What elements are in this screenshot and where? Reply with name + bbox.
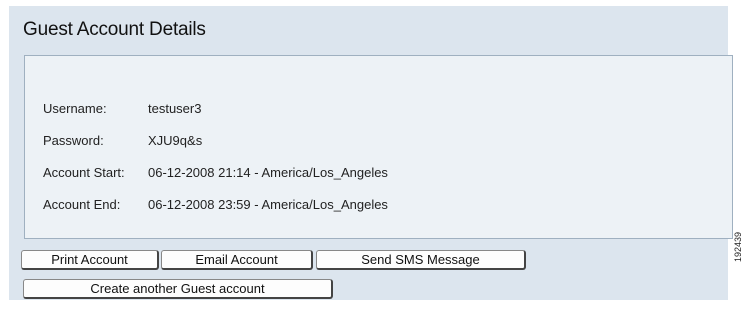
username-value: testuser3 <box>148 101 202 116</box>
send-sms-button[interactable]: Send SMS Message <box>316 250 526 270</box>
account-end-row: Account End: 06-12-2008 23:59 - America/L… <box>43 197 388 212</box>
account-end-value: 06-12-2008 23:59 - America/Los_Angeles <box>148 197 388 212</box>
account-end-label: Account End: <box>43 197 121 212</box>
figure-id-label: 192439 <box>733 231 743 262</box>
print-account-button[interactable]: Print Account <box>21 250 159 270</box>
guest-account-panel: Guest Account Details Username: testuser3… <box>9 6 733 300</box>
password-value: XJU9q&s <box>148 133 203 148</box>
account-start-label: Account Start: <box>43 165 125 180</box>
page-title: Guest Account Details <box>23 19 206 40</box>
username-label: Username: <box>43 101 107 116</box>
email-account-button[interactable]: Email Account <box>161 250 313 270</box>
username-row: Username: testuser3 <box>43 101 201 116</box>
account-details-box: Username: testuser3 Password: XJU9q&s Acco… <box>24 55 733 239</box>
password-row: Password: XJU9q&s <box>43 133 202 148</box>
account-start-value: 06-12-2008 21:14 - America/Los_Angeles <box>148 165 388 180</box>
create-guest-account-button[interactable]: Create another Guest account <box>23 279 333 299</box>
password-label: Password: <box>43 133 104 148</box>
account-start-row: Account Start: 06-12-2008 21:14 - America… <box>43 165 388 180</box>
